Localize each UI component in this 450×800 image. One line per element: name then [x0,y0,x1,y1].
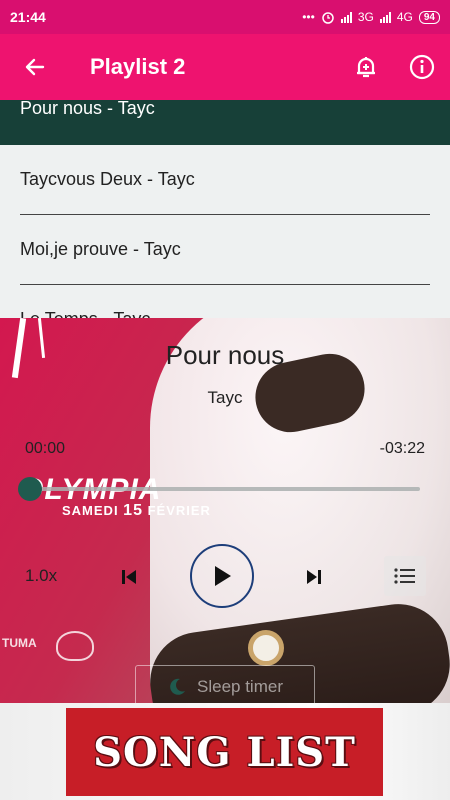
status-time: 21:44 [10,9,46,25]
song-label: Moi,je prouve - Tayc [20,239,181,259]
elapsed-time: 00:00 [25,440,66,457]
album-art-watch [248,630,284,666]
info-button[interactable] [394,34,450,100]
back-button[interactable] [0,34,70,100]
skip-next-icon [307,570,321,584]
moon-icon [170,678,185,695]
next-button[interactable] [297,560,331,594]
list-item[interactable]: Moi,je prouve - Tayc [20,215,430,285]
sleep-timer-button[interactable]: Sleep timer [135,665,315,703]
list-item-active[interactable]: Pour nous - Tayc [0,100,450,145]
page-title: Playlist 2 [90,54,186,79]
notification-dots: ••• [302,10,315,24]
alarm-clock-icon [322,12,334,24]
play-icon [215,566,231,586]
arrow-left-icon [25,58,45,76]
app-bar-actions [338,34,450,100]
signal-icon-2 [379,11,391,23]
song-list-banner[interactable]: SONG LIST [66,708,383,796]
play-button[interactable] [190,544,254,608]
network-type-4g: 4G [396,10,413,24]
app-bar: Playlist 2 [0,34,450,100]
album-art-logo [56,631,94,661]
list-item[interactable]: Le Temps - Tayc [20,285,430,320]
song-label: Taycvous Deux - Tayc [20,169,195,189]
alarm-add-icon [357,57,375,78]
now-playing-artist: Tayc [207,388,243,407]
list-item[interactable]: Taycvous Deux - Tayc [20,145,430,215]
seek-bar[interactable] [28,487,420,491]
song-list: Pour nous - Tayc Taycvous Deux - Tayc Mo… [0,100,450,320]
banner-label: SONG LIST [93,728,356,776]
playback-speed-button[interactable]: 1.0x [25,566,57,586]
network-type-3g: 3G [357,10,374,24]
album-art-date: SAMEDI 15 FÉVRIER [62,502,211,519]
player-panel: OLYMPIA SAMEDI 15 FÉVRIER TUMA Pour nous… [0,318,450,703]
seek-thumb[interactable] [18,477,42,501]
remaining-time: -03:22 [379,440,425,457]
queue-list-icon [394,568,415,584]
song-label: Pour nous - Tayc [20,100,155,118]
status-indicators: ••• 3G 4G 94 [302,10,440,24]
album-art-brand: TUMA [2,636,37,650]
battery-icon: 94 [418,10,440,24]
sleep-timer-label: Sleep timer [197,677,283,696]
alarm-add-button[interactable] [338,34,394,100]
previous-button[interactable] [112,560,146,594]
playlist-queue-button[interactable] [384,556,426,596]
skip-previous-icon [122,570,136,584]
now-playing-title: Pour nous [165,340,285,370]
info-icon [409,54,435,80]
status-bar: 21:44 ••• 3G 4G 94 [0,0,450,34]
signal-icon [340,11,352,23]
